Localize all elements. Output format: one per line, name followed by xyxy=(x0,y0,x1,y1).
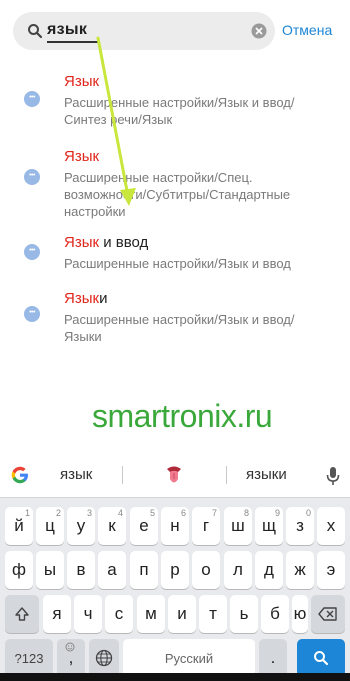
on-screen-keyboard: язык языки й1 ц2 у3 к4 е5 н6 г7 ш8 щ9 з0… xyxy=(0,452,350,681)
globe-icon xyxy=(95,649,113,667)
suggestion-bar: язык языки xyxy=(0,452,350,498)
tongue-emoji-icon[interactable] xyxy=(163,464,185,486)
key[interactable]: ь xyxy=(230,595,258,633)
key[interactable]: с xyxy=(105,595,133,633)
key[interactable]: г7 xyxy=(192,507,220,545)
key[interactable]: ж xyxy=(286,551,314,589)
space-key[interactable]: Русский xyxy=(123,639,255,677)
shift-arrow-icon xyxy=(15,607,29,621)
suggestion-2[interactable]: языки xyxy=(246,466,287,483)
search-icon xyxy=(314,651,329,666)
suggestion-1[interactable]: язык xyxy=(60,466,92,483)
key[interactable]: н6 xyxy=(161,507,189,545)
key[interactable]: а xyxy=(98,551,126,589)
key[interactable]: ю xyxy=(292,595,308,633)
key[interactable]: щ9 xyxy=(255,507,283,545)
key[interactable]: э xyxy=(317,551,345,589)
comma-key[interactable]: , xyxy=(57,639,85,677)
key[interactable]: в xyxy=(67,551,95,589)
watermark: smartronix.ru xyxy=(92,398,273,434)
key[interactable]: п xyxy=(130,551,158,589)
divider xyxy=(226,466,227,484)
key[interactable]: й1 xyxy=(5,507,33,545)
language-key[interactable] xyxy=(89,639,119,677)
key[interactable]: х xyxy=(317,507,345,545)
key[interactable]: к4 xyxy=(98,507,126,545)
key[interactable]: ц2 xyxy=(36,507,64,545)
system-nav-bar xyxy=(0,673,350,681)
key[interactable]: б xyxy=(261,595,289,633)
key[interactable]: т xyxy=(199,595,227,633)
microphone-icon[interactable] xyxy=(326,466,340,486)
key[interactable]: р xyxy=(161,551,189,589)
key[interactable]: и xyxy=(168,595,196,633)
key[interactable]: у3 xyxy=(67,507,95,545)
numbers-key[interactable]: ?123 xyxy=(5,639,53,677)
period-key[interactable]: . xyxy=(259,639,287,677)
divider xyxy=(122,466,123,484)
key[interactable]: ш8 xyxy=(224,507,252,545)
key[interactable]: е5 xyxy=(130,507,158,545)
key[interactable]: ч xyxy=(74,595,102,633)
backspace-key[interactable] xyxy=(311,595,345,633)
backspace-icon xyxy=(318,607,337,621)
key[interactable]: ы xyxy=(36,551,64,589)
key[interactable]: д xyxy=(255,551,283,589)
key[interactable]: ф xyxy=(5,551,33,589)
key[interactable]: з0 xyxy=(286,507,314,545)
key[interactable]: м xyxy=(137,595,165,633)
emoji-face-icon xyxy=(65,642,75,652)
google-g-icon[interactable] xyxy=(10,465,30,485)
search-action-key[interactable] xyxy=(297,639,345,677)
key[interactable]: л xyxy=(224,551,252,589)
key[interactable]: я xyxy=(43,595,71,633)
key[interactable]: о xyxy=(192,551,220,589)
shift-key[interactable] xyxy=(5,595,39,633)
